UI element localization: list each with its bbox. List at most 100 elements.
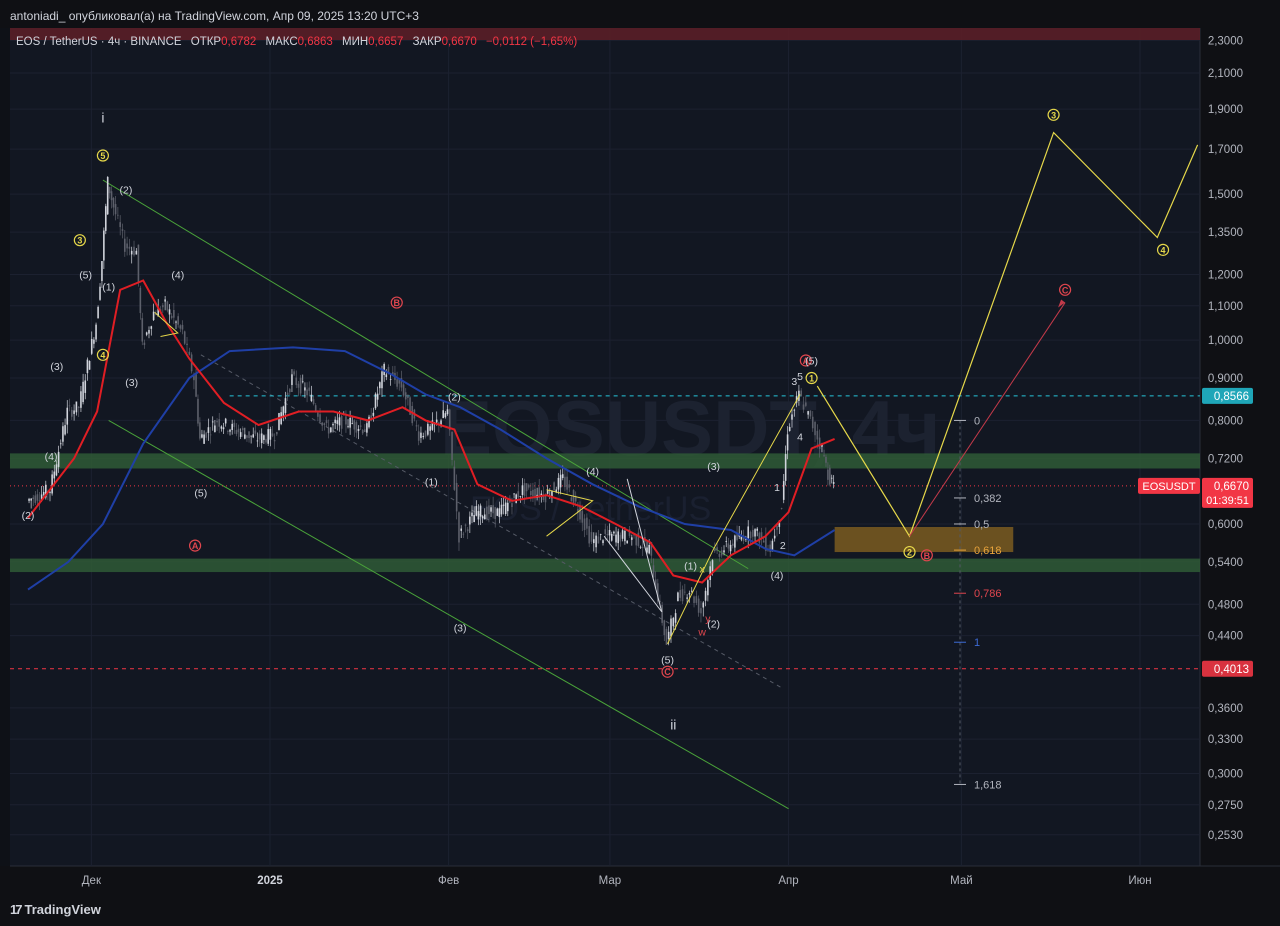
x-tick-label: Апр xyxy=(778,875,798,887)
candle-body xyxy=(690,590,693,592)
y-tick-label: 0,3600 xyxy=(1208,703,1243,715)
candle-body xyxy=(814,421,816,436)
candle-body xyxy=(90,338,93,354)
candle-body xyxy=(697,598,700,613)
candle-body xyxy=(731,543,734,546)
candle-body xyxy=(823,455,825,457)
candle-body xyxy=(829,467,831,485)
candle-body xyxy=(667,631,670,640)
candle-body xyxy=(64,425,66,435)
wave-label: (3) xyxy=(125,377,138,389)
candle-body xyxy=(188,351,191,355)
candle-body xyxy=(396,379,398,387)
candle-body xyxy=(233,422,236,428)
y-tick-label: 0,9000 xyxy=(1208,373,1243,385)
candle-body xyxy=(304,387,306,391)
candle-body xyxy=(420,432,422,438)
candle-body xyxy=(199,422,201,439)
open-label: ОТКР xyxy=(190,36,222,48)
candle-body xyxy=(288,389,291,393)
wave-label: (2) xyxy=(22,510,35,522)
y-tick-label: 0,3000 xyxy=(1208,768,1243,780)
y-tick-label: 0,3300 xyxy=(1208,734,1243,746)
y-tick-label: 1,2000 xyxy=(1208,269,1243,281)
candle-body xyxy=(297,383,300,388)
candle-body xyxy=(84,380,87,393)
candle-body xyxy=(117,214,119,216)
candle-body xyxy=(756,528,759,531)
candle-body xyxy=(807,411,809,415)
candle-body xyxy=(517,491,520,498)
candle-body xyxy=(361,430,364,434)
wave-label: 2 xyxy=(780,540,786,552)
candle-body xyxy=(351,423,354,425)
y-tick-label: 0,7200 xyxy=(1208,453,1243,465)
y-tick-label: 1,5000 xyxy=(1208,189,1243,201)
price-chart[interactable]: EOSUSDT, 4чEOS / TetherUS00,3820,50,6180… xyxy=(0,0,1280,926)
candle-body xyxy=(617,531,620,544)
candle-body xyxy=(716,547,718,551)
x-tick-label: Мар xyxy=(599,875,622,887)
candle-body xyxy=(34,495,37,503)
y-tick-label: 1,7000 xyxy=(1208,144,1243,156)
candle-body xyxy=(404,392,407,400)
wave-label: (5) xyxy=(79,269,92,281)
y-tick-label: 0,8000 xyxy=(1208,415,1243,427)
candle-body xyxy=(177,316,179,325)
tradingview-logo[interactable]: 17 TradingView xyxy=(10,902,101,917)
candle-body xyxy=(73,410,75,414)
candle-body xyxy=(179,325,182,329)
wave-label: w xyxy=(697,627,706,639)
candle-body xyxy=(523,483,526,496)
candle-body xyxy=(725,541,728,542)
candle-body xyxy=(195,373,197,397)
candle-body xyxy=(788,426,791,432)
candle-body xyxy=(624,530,626,542)
candle-body xyxy=(338,417,341,426)
candle-body xyxy=(130,250,133,255)
candle-body xyxy=(310,394,313,402)
wave-label: (2) xyxy=(120,184,133,196)
x-tick-label: Июн xyxy=(1128,875,1151,887)
candle-body xyxy=(515,494,517,503)
candle-body xyxy=(267,429,269,444)
candle-body xyxy=(306,389,308,396)
candle-body xyxy=(677,592,679,602)
candle-body xyxy=(353,420,356,430)
candle-body xyxy=(284,398,287,413)
fib-level-label: 0,382 xyxy=(974,493,1002,505)
candle-body xyxy=(488,505,490,515)
candle-body xyxy=(183,331,186,344)
candle-body xyxy=(670,618,672,637)
candle-body xyxy=(218,419,221,427)
candle-body xyxy=(825,456,827,463)
candle-body xyxy=(366,423,368,433)
candle-body xyxy=(832,482,835,484)
candle-body xyxy=(490,507,492,512)
candle-body xyxy=(519,495,522,497)
candle-body xyxy=(639,546,642,548)
candle-body xyxy=(135,250,138,255)
wave-label: (2) xyxy=(707,619,720,631)
candle-body xyxy=(128,246,131,249)
candle-body xyxy=(791,414,793,420)
candle-body xyxy=(260,433,263,444)
candle-body xyxy=(246,435,248,438)
candle-body xyxy=(793,409,796,411)
candle-body xyxy=(747,526,750,540)
wave-label: 4 xyxy=(797,432,803,444)
candle-body xyxy=(301,381,304,383)
candle-body xyxy=(532,489,534,496)
candle-body xyxy=(379,382,381,389)
candle-body xyxy=(492,505,494,514)
wave-label: (2) xyxy=(448,391,461,403)
wave-label: i xyxy=(101,110,104,126)
wave-label: 3 xyxy=(77,236,82,246)
candle-body xyxy=(201,434,203,438)
candle-body xyxy=(481,516,484,519)
candle-body xyxy=(521,485,524,496)
symbol-title[interactable]: EOS / TetherUS · 4ч · BINANCE xyxy=(16,36,182,48)
candle-body xyxy=(241,428,244,431)
support-zone xyxy=(10,558,1200,573)
candle-body xyxy=(235,430,238,434)
